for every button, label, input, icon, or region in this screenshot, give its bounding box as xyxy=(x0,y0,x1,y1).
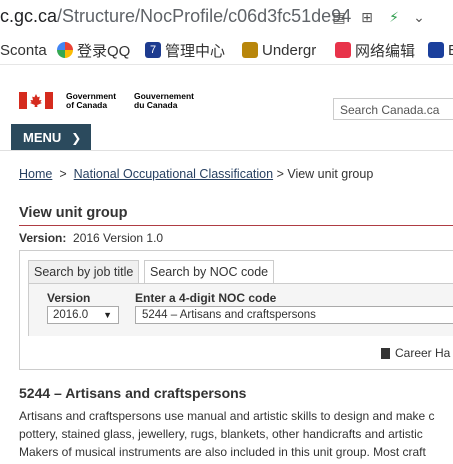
bookmark-item[interactable]: 7 管理中心 xyxy=(145,40,225,60)
bookmark-item[interactable]: 登录QQ xyxy=(57,40,130,60)
bookmark-item[interactable]: E xyxy=(428,40,453,60)
search-input[interactable]: Search Canada.ca xyxy=(333,98,453,120)
bookmark-item[interactable]: 网络编辑 xyxy=(335,40,415,60)
tab-search-by-noc-code[interactable]: Search by NOC code xyxy=(144,260,275,284)
bookmark-item[interactable]: Undergr xyxy=(242,40,316,60)
admin-icon: 7 xyxy=(145,42,161,58)
description-line: Artisans and craftspersons use manual an… xyxy=(19,409,435,423)
title-underline xyxy=(19,225,453,226)
noc-field-label: Enter a 4-digit NOC code xyxy=(135,291,277,305)
breadcrumb-noc-link[interactable]: National Occupational Classification xyxy=(74,167,273,181)
breadcrumb: Home > National Occupational Classificatio… xyxy=(19,167,374,181)
career-handbook-link[interactable]: Career Ha xyxy=(381,346,450,360)
gov-name-fr: Gouvernement du Canada xyxy=(134,91,194,110)
url-text[interactable]: c.gc.ca/Structure/NocProfile/c06d3fc51de… xyxy=(0,6,351,27)
pig-icon xyxy=(335,42,351,58)
canada-flag-icon xyxy=(19,92,53,109)
tab-search-by-job-title[interactable]: Search by job title xyxy=(28,260,140,284)
divider xyxy=(0,150,453,151)
reader-mode-icon[interactable]: ▤ xyxy=(330,8,348,26)
breadcrumb-home-link[interactable]: Home xyxy=(19,167,52,181)
description-line: Makers of musical instruments are also i… xyxy=(19,445,426,459)
bookmark-item[interactable]: Sconta xyxy=(0,40,47,60)
breadcrumb-current: > View unit group xyxy=(276,167,374,181)
lightning-icon[interactable]: ⚡ xyxy=(385,8,403,26)
grid-icon[interactable]: ⊞ xyxy=(358,8,376,26)
chevron-down-icon: ❯ xyxy=(71,130,82,145)
description-line: pottery, stained glass, jewellery, rugs,… xyxy=(19,427,423,441)
dropdown-arrow-icon: ▼ xyxy=(103,310,112,320)
chevron-down-icon[interactable]: ⌄ xyxy=(410,8,428,26)
book-icon xyxy=(381,347,390,359)
version-field-label: Version xyxy=(47,291,91,305)
version-select[interactable]: 2016.0 ▼ xyxy=(47,306,119,324)
usn-icon xyxy=(428,42,444,58)
menu-button[interactable]: MENU ❯ xyxy=(11,124,91,151)
noc-code-input[interactable]: 5244 – Artisans and craftspersons xyxy=(135,306,453,324)
version-info: Version: 2016 Version 1.0 xyxy=(19,231,164,245)
page-title: View unit group xyxy=(19,205,128,221)
crest-icon xyxy=(242,42,258,58)
gov-name-en: Government of Canada xyxy=(66,91,117,110)
qq-icon xyxy=(57,42,73,58)
unit-group-heading: 5244 – Artisans and craftspersons xyxy=(19,385,247,401)
